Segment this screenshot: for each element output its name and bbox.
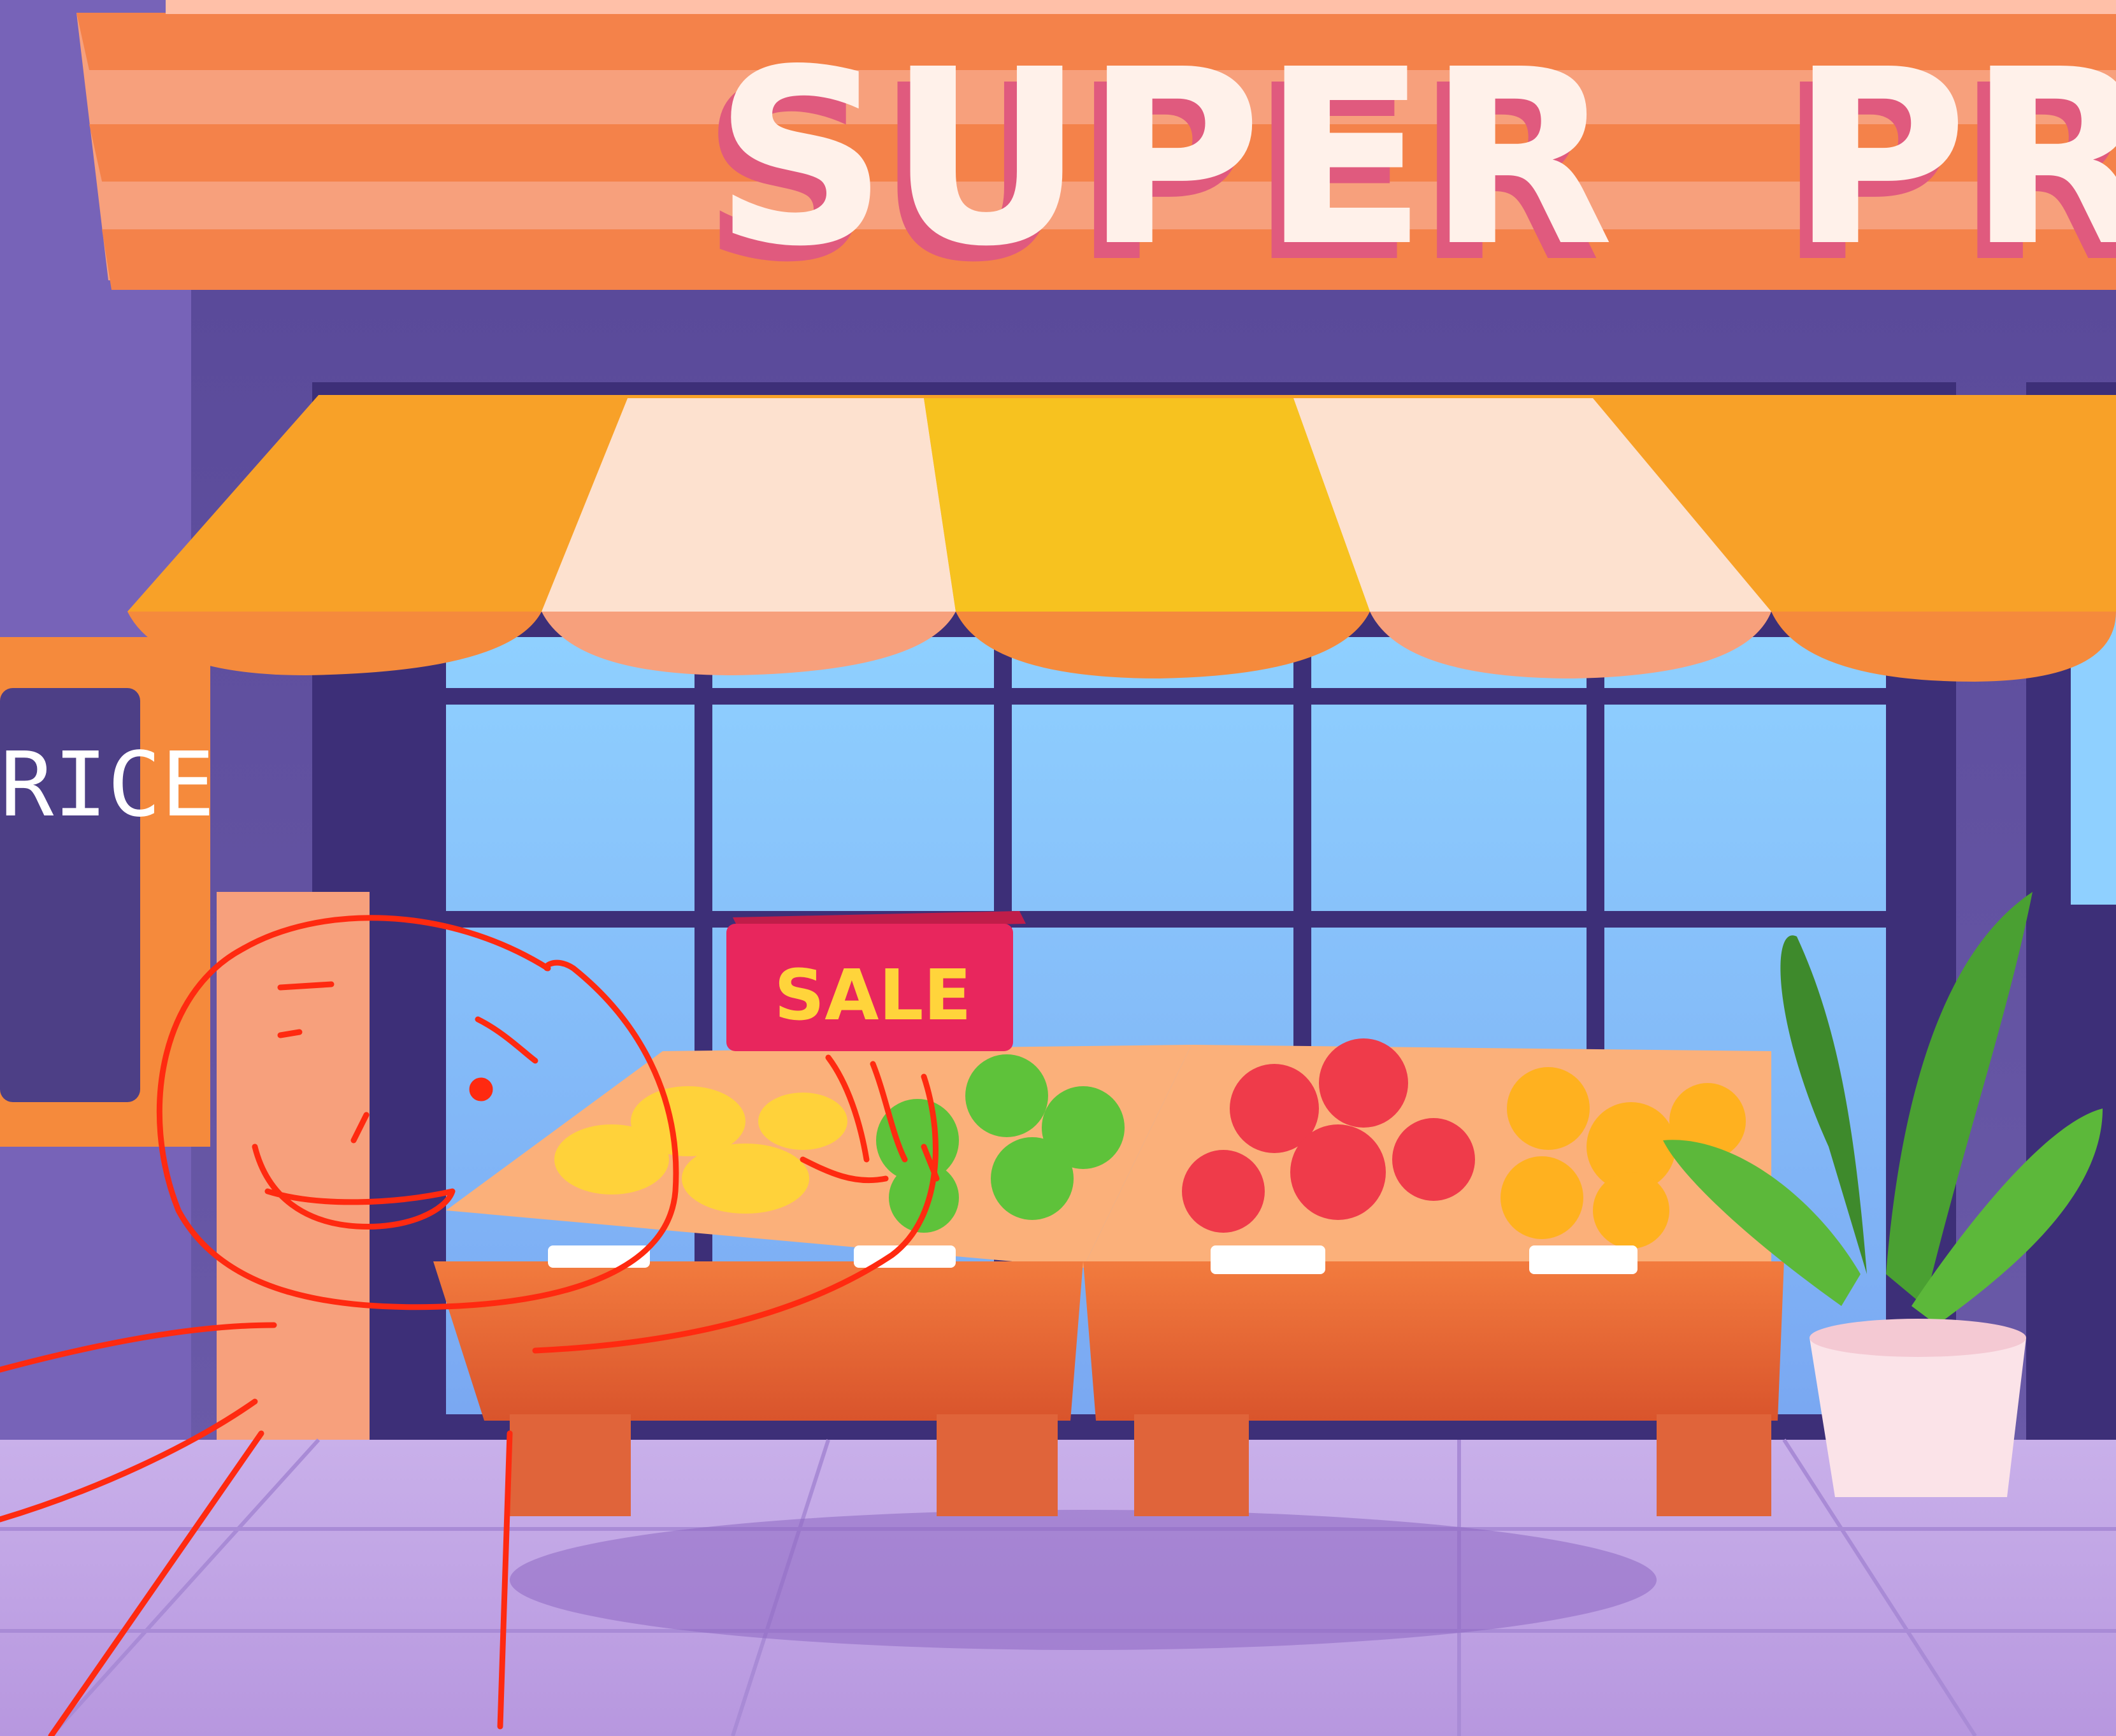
awning [127,395,2116,682]
doodle-eye-left-2 [277,1029,303,1038]
scene-canvas: SUPER SUPER PR PR RICE SALE [0,0,2116,1736]
doodle-pupil [469,1077,493,1101]
store-sign: SUPER SUPER PR PR [76,0,2116,315]
sign-word-1: SUPER [714,17,1614,299]
doodle-eye-left [277,981,335,991]
sale-sign-text: SALE [774,954,972,1036]
sign-word-2: PR [1790,17,2116,299]
storefront-scene: SUPER SUPER PR PR RICE SALE [0,0,2116,1736]
price-board-text: RICE [0,733,215,837]
sidewalk [0,1438,2116,1736]
sale-sign: SALE [726,911,1026,1051]
